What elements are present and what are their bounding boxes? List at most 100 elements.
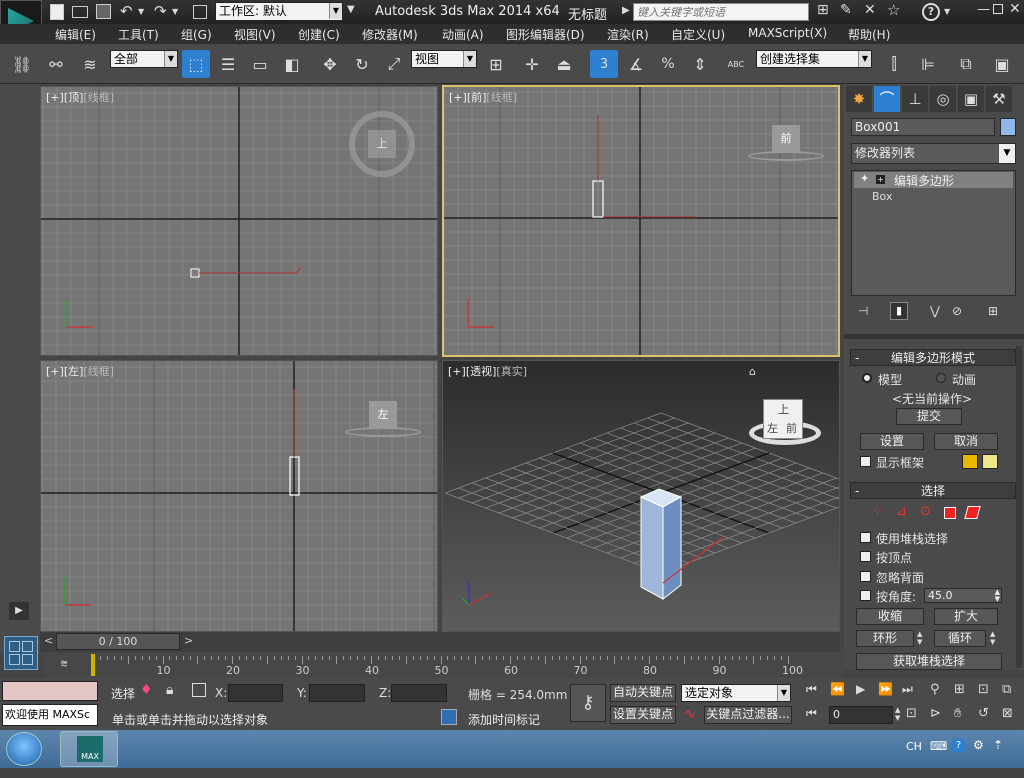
remove-modifier-icon[interactable]: ⊘ (952, 304, 962, 318)
save-file-icon[interactable] (96, 4, 111, 19)
ring-spinner-icon[interactable]: ▲ ▼ (917, 630, 922, 646)
viewport-shading-mode[interactable]: [线框] (83, 91, 114, 104)
get-stack-selection-button[interactable]: 获取堆栈选择 (856, 653, 1002, 670)
object-color-swatch[interactable] (1000, 118, 1016, 136)
x-coordinate-field[interactable] (228, 684, 283, 702)
menu-group[interactable]: 组(G) (181, 26, 212, 43)
viewcube-top[interactable]: 上 (349, 111, 415, 177)
menu-create[interactable]: 创建(C) (298, 26, 340, 43)
help-dropdown-icon[interactable]: ▼ (944, 7, 950, 16)
curve-editor-icon[interactable]: ⩬ (50, 656, 78, 674)
project-folder-icon[interactable] (193, 5, 207, 19)
pan-icon[interactable]: ✋︎ (954, 706, 961, 721)
maximize-viewport-icon[interactable]: ⊠ (1002, 706, 1013, 721)
select-by-name-icon[interactable]: ☰ (214, 50, 242, 78)
viewcube-perspective[interactable]: 上 左 前 (747, 391, 823, 451)
by-angle-checkbox[interactable] (860, 590, 871, 601)
wrench-icon[interactable]: ✎ (840, 2, 852, 18)
add-time-tag-label[interactable]: 添加时间标记 (468, 711, 540, 728)
viewcube-left[interactable]: 左 (345, 399, 421, 439)
menu-modifiers[interactable]: 修改器(M) (362, 26, 418, 43)
model-radio[interactable] (862, 373, 872, 383)
commit-button[interactable]: 提交 (896, 408, 962, 425)
menu-tools[interactable]: 工具(T) (118, 26, 159, 43)
pivot-center-icon[interactable]: ⊞ (482, 50, 510, 78)
absolute-mode-icon[interactable] (192, 683, 206, 697)
modify-tab-icon[interactable]: ⌒ (874, 86, 900, 112)
menu-maxscript[interactable]: MAXScript(X) (748, 26, 827, 40)
time-config-icon[interactable]: ⊡ (906, 706, 917, 721)
vertex-mode-icon[interactable]: ⁘ (872, 504, 883, 519)
lightbulb-icon[interactable]: ✦ (860, 172, 869, 185)
menu-rendering[interactable]: 渲染(R) (607, 26, 649, 43)
rect-selection-icon[interactable]: ▭ (246, 50, 274, 78)
key-filters-button[interactable]: 关键点过滤器... (704, 706, 792, 724)
keyboard-icon[interactable]: ⌨ (930, 739, 947, 753)
orbit-icon[interactable]: ↺ (978, 706, 989, 721)
tray-arrow-icon[interactable]: ⇡ (993, 738, 1003, 752)
set-key-icon[interactable]: ⚷ (570, 684, 606, 722)
angle-spinner[interactable]: 45.0 ▲ ▼ (924, 588, 1002, 603)
menu-customize[interactable]: 自定义(U) (671, 26, 725, 43)
polygon-mode-icon[interactable] (944, 507, 956, 519)
time-slider-prev-icon[interactable]: < (44, 634, 53, 647)
selected-object-dropdown[interactable]: 选定对象 ▼ (681, 684, 791, 702)
edge-mode-icon[interactable]: ⊿ (896, 504, 907, 519)
stack-item-box[interactable]: Box (872, 190, 892, 203)
key-filter-curve-icon[interactable]: ∿ (684, 706, 696, 722)
viewport-shading-mode[interactable]: [线框] (83, 365, 114, 378)
show-end-result-icon[interactable]: ▮ (890, 302, 908, 320)
unlink-icon[interactable]: ⚯ (42, 50, 70, 78)
cancel-button[interactable]: 取消 (934, 433, 998, 450)
grow-button[interactable]: 扩大 (934, 608, 998, 625)
search-input[interactable] (633, 3, 809, 21)
time-slider-track[interactable]: < 0 / 100 > (40, 632, 840, 652)
edit-named-selection-icon[interactable]: ABC (722, 50, 750, 78)
border-mode-icon[interactable]: ⊙ (920, 504, 931, 519)
viewport-top[interactable]: [+][顶][线框] 上 (40, 86, 438, 356)
stack-item-edit-poly[interactable]: ✦ + 编辑多边形 (854, 172, 1013, 188)
add-time-tag-icon[interactable] (441, 709, 457, 725)
play-icon[interactable]: ▶ (856, 682, 865, 696)
menu-animation[interactable]: 动画(A) (442, 26, 484, 43)
expand-plus-icon[interactable]: + (876, 175, 885, 184)
layer-manager-icon[interactable]: ⧉ (952, 50, 980, 78)
viewport-menu-plus[interactable]: [+] (448, 365, 466, 378)
use-stack-checkbox[interactable] (860, 532, 871, 543)
windows-start-icon[interactable] (6, 732, 42, 766)
settings-button[interactable]: 设置 (860, 433, 924, 450)
loop-button[interactable]: 循环 (934, 630, 986, 647)
link-icon[interactable]: ⛓ (8, 50, 36, 78)
reference-coord-dropdown[interactable]: 视图 ▼ (411, 50, 477, 68)
frame-spinner-icon[interactable]: ▲ ▼ (895, 706, 900, 722)
selection-rollout-title[interactable]: - 选择 (850, 482, 1016, 499)
rotate-icon[interactable]: ↻ (348, 50, 376, 78)
display-tab-icon[interactable]: ▣ (958, 86, 984, 112)
cage-color-swatch-1[interactable] (962, 454, 978, 469)
edit-poly-mode-rollout-title[interactable]: - 编辑多边形模式 (850, 349, 1016, 366)
menu-views[interactable]: 视图(V) (234, 26, 276, 43)
time-slider-next-icon[interactable]: > (184, 634, 193, 647)
element-mode-icon[interactable] (964, 506, 981, 519)
loop-spinner-icon[interactable]: ▲ ▼ (990, 630, 995, 646)
viewport-menu-plus[interactable]: [+] (449, 91, 467, 104)
viewport-perspective[interactable]: [+][透视][真实] ⌂ 上 左 前 (442, 360, 840, 632)
undo-icon[interactable]: ↶ (120, 2, 133, 20)
time-slider-thumb[interactable]: 0 / 100 (56, 633, 180, 650)
redo-dropdown-icon[interactable]: ▼ (172, 7, 178, 16)
pin-stack-icon[interactable]: ⊣ (858, 304, 868, 318)
bind-spacewarp-icon[interactable]: ≋ (76, 50, 104, 78)
viewport-menu-plus[interactable]: [+] (46, 365, 64, 378)
previous-frame-icon[interactable]: ⏪ (830, 682, 845, 696)
next-frame-icon[interactable]: ⏩ (878, 682, 893, 696)
mirror-icon[interactable]: ⫿ (880, 50, 908, 78)
create-tab-icon[interactable]: ✸ (846, 86, 872, 112)
open-file-icon[interactable] (72, 6, 88, 18)
move-icon[interactable]: ✥ (316, 50, 344, 78)
minimize-icon[interactable]: — (977, 2, 990, 17)
menu-edit[interactable]: 编辑(E) (55, 26, 96, 43)
zoom-all-icon[interactable]: ⊞ (954, 682, 965, 697)
play-preview-icon[interactable]: ▶ (9, 602, 29, 620)
window-crossing-icon[interactable]: ◧ (278, 50, 306, 78)
viewport-left[interactable]: [+][左][线框] 左 (40, 360, 438, 632)
